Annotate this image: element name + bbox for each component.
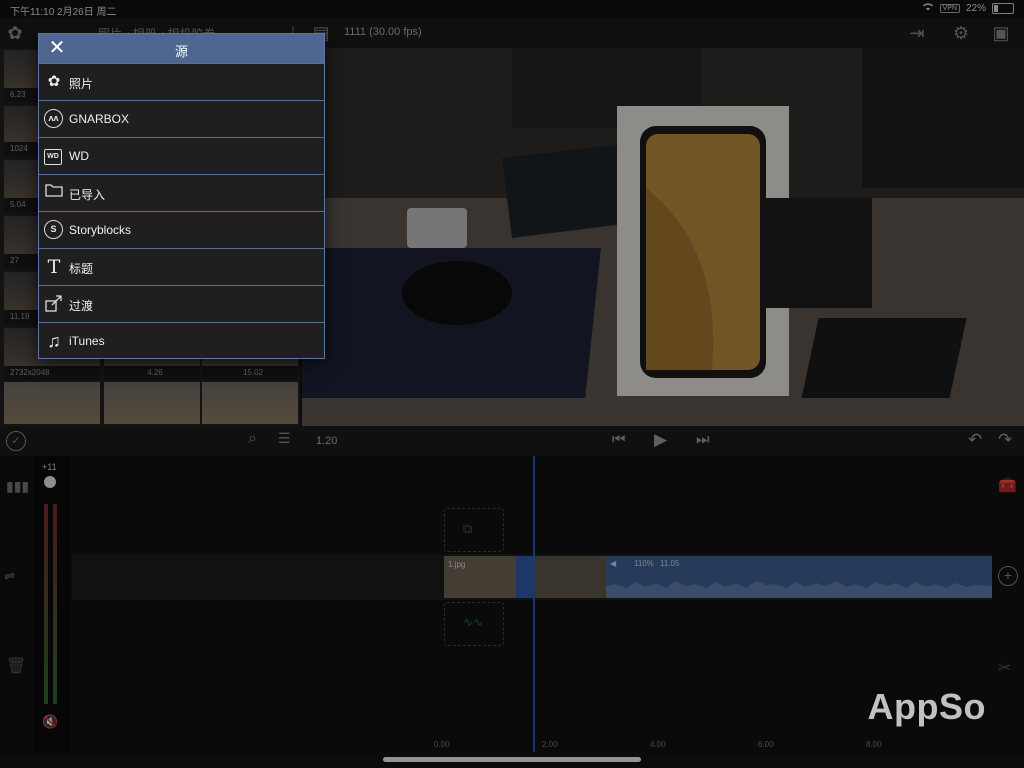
storyblocks-icon: S: [44, 220, 63, 239]
title-t-icon: T: [47, 256, 61, 278]
source-item-itunes[interactable]: ♫ iTunes: [39, 322, 324, 359]
music-note-icon: ♫: [47, 331, 61, 351]
folder-icon: [44, 183, 64, 203]
source-popup: ✕ 源 ✿ 照片 ᴧᴧ GNARBOX WD WD 已导入 S Storyblo…: [38, 33, 325, 359]
source-item-wd[interactable]: WD WD: [39, 137, 324, 174]
flower-icon: ✿: [47, 73, 61, 90]
appso-watermark: AppSo: [867, 686, 986, 727]
source-item-transitions[interactable]: 过渡: [39, 285, 324, 322]
source-item-storyblocks[interactable]: S Storyblocks: [39, 211, 324, 248]
source-item-imported[interactable]: 已导入: [39, 174, 324, 211]
source-item-titles[interactable]: T 标题: [39, 248, 324, 285]
wd-icon: WD: [44, 149, 62, 165]
gnarbox-icon: ᴧᴧ: [44, 109, 63, 128]
transition-icon: [44, 294, 64, 314]
source-item-photos[interactable]: ✿ 照片: [39, 63, 324, 100]
popup-title: 源: [174, 44, 188, 59]
popup-header: ✕ 源: [39, 34, 324, 63]
source-item-gnarbox[interactable]: ᴧᴧ GNARBOX: [39, 100, 324, 137]
